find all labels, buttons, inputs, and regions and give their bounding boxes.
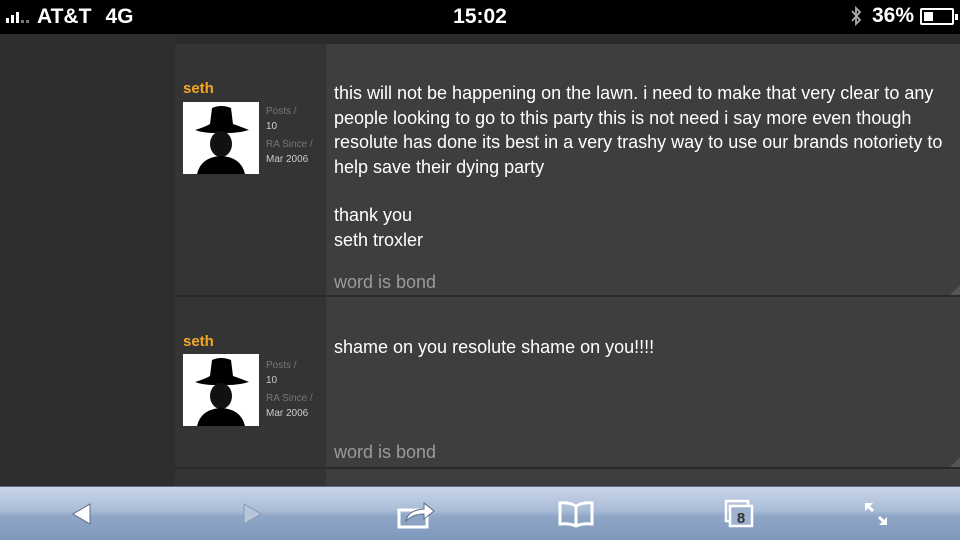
post-author-panel: seth Posts / 10 RA Since / Mar 2006 bbox=[175, 297, 326, 467]
post-body: shame on you resolute shame on you!!!! w… bbox=[326, 297, 960, 467]
forward-icon bbox=[243, 503, 262, 525]
forum-page[interactable]: seth Posts / 10 RA Since / Mar 2006 this… bbox=[0, 34, 960, 486]
post-text: shame on you resolute shame on you!!!! bbox=[334, 335, 948, 360]
post-author-panel: seth Posts / 10 RA Since / Mar 2006 bbox=[175, 44, 326, 295]
post-author-panel bbox=[175, 469, 326, 486]
post-paragraph: shame on you resolute shame on you!!!! bbox=[334, 337, 655, 357]
tabs-icon: 8 bbox=[724, 499, 754, 528]
share-icon bbox=[397, 501, 435, 529]
posts-label: Posts / bbox=[266, 360, 297, 371]
posts-count: 10 bbox=[266, 375, 278, 386]
author-username[interactable]: seth bbox=[183, 333, 214, 350]
forum-post: seth Posts / 10 RA Since / Mar 2006 this… bbox=[175, 44, 960, 295]
post-paragraph: this will not be happening on the lawn. … bbox=[334, 83, 943, 177]
post-text: this will not be happening on the lawn. … bbox=[334, 81, 948, 252]
back-button[interactable] bbox=[62, 497, 102, 531]
since-label: RA Since / bbox=[266, 139, 313, 150]
fullscreen-button[interactable] bbox=[856, 497, 896, 531]
back-icon bbox=[72, 503, 91, 525]
posts-count: 10 bbox=[266, 121, 278, 132]
share-button[interactable] bbox=[396, 497, 436, 531]
tabs-button[interactable]: 8 bbox=[718, 497, 758, 531]
posts-label: Posts / bbox=[266, 106, 297, 117]
status-time: 15:02 bbox=[453, 5, 507, 28]
bookmarks-icon bbox=[558, 501, 594, 528]
browser-toolbar: 8 bbox=[0, 486, 960, 540]
since-date: Mar 2006 bbox=[266, 408, 309, 419]
author-stats: Posts / 10 RA Since / Mar 2006 bbox=[266, 358, 313, 421]
avatar[interactable] bbox=[183, 354, 259, 426]
bookmarks-button[interactable] bbox=[556, 497, 596, 531]
forum-post: seth Posts / 10 RA Since / Mar 2006 sham… bbox=[175, 297, 960, 467]
post-paragraph: thank you seth troxler bbox=[334, 205, 424, 250]
battery-icon bbox=[920, 7, 958, 25]
author-stats: Posts / 10 RA Since / Mar 2006 bbox=[266, 104, 313, 167]
fullscreen-icon bbox=[865, 503, 887, 525]
post-signature: word is bond bbox=[334, 272, 437, 292]
resize-corner bbox=[950, 285, 960, 295]
since-date: Mar 2006 bbox=[266, 154, 309, 165]
status-right: 36% bbox=[850, 4, 958, 28]
author-username[interactable]: seth bbox=[183, 80, 214, 97]
forum-post-partial bbox=[175, 469, 960, 486]
left-margin bbox=[0, 34, 175, 486]
forward-button[interactable] bbox=[232, 497, 272, 531]
post-signature: word is bond bbox=[334, 442, 437, 462]
resize-corner bbox=[950, 457, 960, 467]
battery-percent: 36% bbox=[871, 4, 914, 27]
tabs-count: 8 bbox=[737, 510, 745, 527]
status-bar: AT&T 4G 15:02 36% bbox=[0, 0, 960, 34]
avatar[interactable] bbox=[183, 102, 259, 174]
post-body: this will not be happening on the lawn. … bbox=[326, 44, 960, 295]
since-label: RA Since / bbox=[266, 393, 313, 404]
bluetooth-icon bbox=[851, 5, 862, 27]
post-body bbox=[326, 469, 960, 486]
